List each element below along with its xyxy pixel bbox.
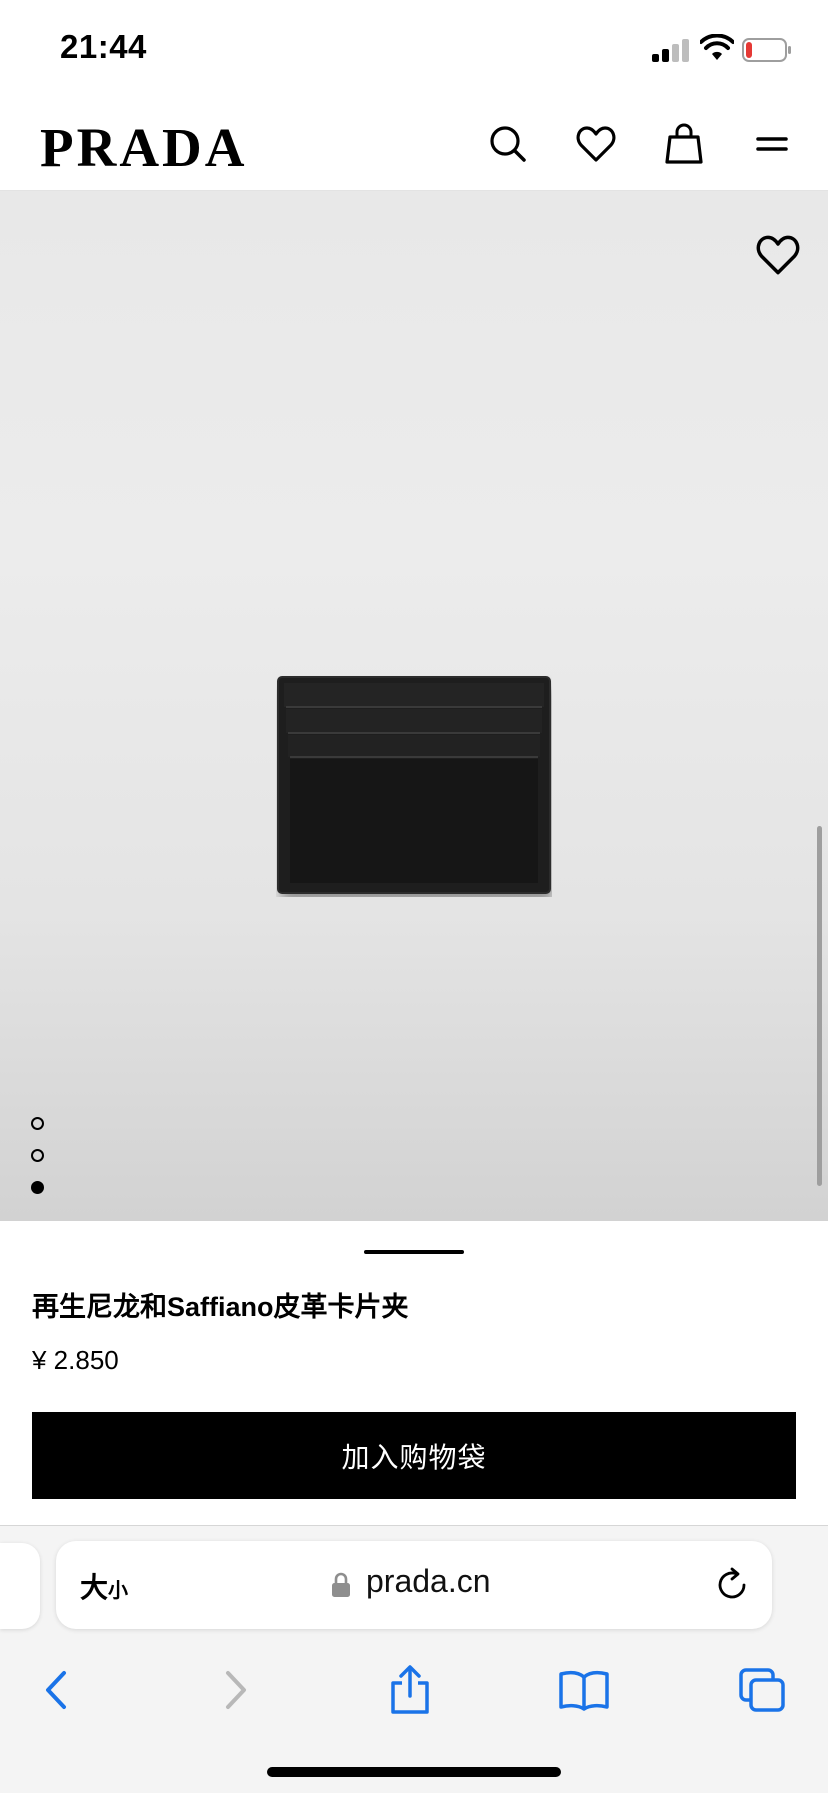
- cellular-signal-icon: [652, 38, 690, 62]
- home-indicator[interactable]: [267, 1767, 561, 1777]
- text-size-small: 小: [108, 1580, 129, 1602]
- previous-tab-preview[interactable]: [0, 1543, 40, 1629]
- browser-toolbar: [0, 1656, 828, 1726]
- search-icon[interactable]: [486, 122, 530, 166]
- reload-icon[interactable]: [714, 1567, 750, 1603]
- shopping-bag-icon[interactable]: [662, 122, 706, 166]
- gallery-dot[interactable]: [31, 1117, 44, 1130]
- battery-icon: [742, 38, 791, 62]
- url-text[interactable]: prada.cn: [366, 1563, 491, 1600]
- text-size-button[interactable]: 大小: [80, 1566, 128, 1606]
- prada-logo[interactable]: PRADA: [40, 120, 247, 175]
- heart-icon[interactable]: [574, 122, 618, 166]
- product-price: ¥ 2.850: [32, 1345, 119, 1375]
- share-icon[interactable]: [384, 1664, 436, 1716]
- text-size-big: 大: [80, 1572, 109, 1603]
- status-bar: 21:44: [0, 0, 828, 100]
- lock-icon: [332, 1572, 350, 1597]
- browser-chrome: 大小 prada.cn: [0, 1525, 828, 1793]
- address-bar[interactable]: 大小 prada.cn: [56, 1541, 772, 1629]
- drag-handle[interactable]: [364, 1250, 464, 1254]
- status-time: 21:44: [60, 28, 147, 65]
- site-header: PRADA: [0, 100, 828, 191]
- gallery-pagination: [31, 1117, 44, 1213]
- wifi-icon: [700, 34, 734, 60]
- product-title: 再生尼龙和Saffiano皮革卡片夹: [32, 1292, 409, 1322]
- product-info-panel: 再生尼龙和Saffiano皮革卡片夹 ¥ 2.850 加入购物袋: [0, 1221, 828, 1525]
- scrollbar[interactable]: [817, 826, 822, 1186]
- add-to-wishlist-icon[interactable]: [756, 233, 800, 277]
- back-icon[interactable]: [30, 1664, 82, 1716]
- product-image: [277, 676, 551, 894]
- bookmarks-icon[interactable]: [558, 1664, 610, 1716]
- product-gallery[interactable]: [0, 191, 828, 1221]
- menu-icon[interactable]: [750, 122, 794, 166]
- gallery-dot-active[interactable]: [31, 1181, 44, 1194]
- tabs-icon[interactable]: [736, 1664, 788, 1716]
- forward-icon[interactable]: [210, 1664, 262, 1716]
- add-to-bag-button[interactable]: 加入购物袋: [32, 1412, 796, 1499]
- gallery-dot[interactable]: [31, 1149, 44, 1162]
